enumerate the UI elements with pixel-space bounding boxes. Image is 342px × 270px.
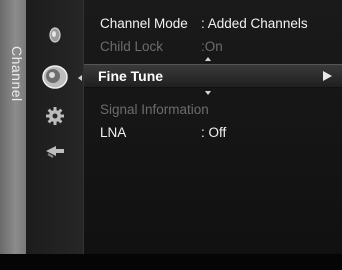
menu-item-label: Signal Information: [100, 102, 209, 117]
menu-item-label: Channel Mode: [100, 16, 188, 31]
menu-item-label: Child Lock: [100, 39, 164, 54]
scroll-up-icon: [205, 57, 211, 61]
channel-menu: Channel Mode : Added Channels Child Lock…: [84, 0, 342, 254]
scroll-down-icon: [205, 91, 211, 95]
channel-dish-icon[interactable]: [26, 63, 83, 91]
menu-item-value: : Off: [201, 125, 227, 140]
selection-pointer-icon: [78, 75, 82, 81]
setup-gear-icon[interactable]: [26, 105, 83, 127]
submenu-arrow-icon: [323, 71, 332, 81]
menu-item-label: LNA: [100, 125, 127, 140]
bottom-bar: [0, 254, 342, 270]
tv-menu-screen: Channel Channel Mode: Added Channels Ch…: [0, 0, 342, 270]
input-icon[interactable]: [26, 143, 83, 159]
menu-item-channel-mode[interactable]: Channel Mode : Added Channels: [84, 12, 342, 34]
menu-item-lna[interactable]: LNA : Off: [84, 121, 342, 143]
menu-item-value: : Added Channels: [201, 16, 308, 31]
menu-item-fine-tune[interactable]: Fine Tune: [84, 64, 342, 88]
picture-icon[interactable]: [26, 24, 83, 46]
category-sidebar: Channel: [0, 0, 26, 254]
menu-item-signal-information: Signal Information: [84, 98, 342, 120]
menu-item-value: :On: [201, 39, 223, 54]
menu-item-child-lock: Child Lock :On: [84, 35, 342, 57]
menu-item-label: Fine Tune: [98, 68, 164, 84]
category-label: Channel: [9, 46, 25, 102]
menu-icon-column: [26, 0, 84, 254]
